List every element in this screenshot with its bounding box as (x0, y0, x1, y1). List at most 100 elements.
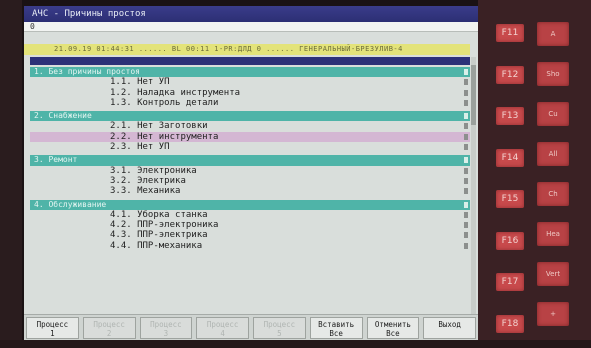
function-key-f16[interactable]: F16 (496, 231, 524, 250)
softkey-sublabel: 5 (277, 329, 282, 338)
softkey-3[interactable]: Процесс 3 (139, 317, 193, 339)
reason-item-label: 3.3. Механика (110, 186, 181, 197)
reason-item-label: 1.2. Наладка инструмента (110, 87, 241, 98)
reason-item-label: 4.1. Уборка станка (110, 209, 208, 220)
softkey-4[interactable]: Процесс 4 (196, 317, 249, 339)
row-checkbox[interactable] (464, 89, 468, 96)
row-checkbox[interactable] (464, 133, 468, 140)
reason-item[interactable]: 4.1. Уборка станка (30, 210, 470, 220)
screen-bezel (0, 0, 22, 348)
row-checkbox[interactable] (464, 242, 468, 249)
list-header-strip (30, 57, 470, 65)
reason-item-label: 4.2. ППР-электроника (110, 220, 219, 231)
softkey-5[interactable]: Процесс 5 (253, 317, 306, 339)
reason-item[interactable]: 4.2. ППР-электроника (30, 220, 470, 230)
softkey-label: Процесс (93, 320, 125, 329)
softkey-label: Процесс (263, 320, 296, 329)
softkey-sublabel: Все (329, 329, 343, 338)
reason-item[interactable]: 1.1. Нет УП (30, 77, 470, 87)
reason-item[interactable]: 2.1. Нет Заготовки (30, 121, 470, 131)
reason-group-header[interactable]: 3. Ремонт (30, 155, 470, 166)
reason-item-label: 2.2. Нет инструмента (110, 131, 219, 142)
softkey-label: Вставить (318, 320, 355, 329)
cnc-screen: АЧС - Причины простоя 0 21.09.19 01:44:3… (24, 6, 478, 340)
bezel-bottom (0, 340, 591, 348)
reason-item-label: 4.4. ППР-механика (110, 240, 203, 251)
reason-group-label: 3. Ремонт (34, 155, 78, 165)
side-key[interactable]: Hea (537, 222, 569, 246)
reason-group-label: 2. Снабжение (34, 111, 92, 121)
row-checkbox[interactable] (464, 79, 468, 86)
reason-item-label: 1.1. Нет УП (110, 77, 170, 88)
scrollbar-thumb[interactable] (471, 65, 476, 125)
row-checkbox[interactable] (464, 99, 468, 106)
row-checkbox[interactable] (464, 167, 468, 174)
reason-item-label: 3.1. Электроника (110, 165, 197, 176)
function-key-f17[interactable]: F17 (496, 273, 524, 291)
function-key-f13[interactable]: F13 (496, 107, 524, 125)
side-key[interactable]: A (537, 22, 569, 46)
softkey-1[interactable]: Процесс 1 (26, 317, 79, 339)
reason-group-header[interactable]: 1. Без причины простоя (30, 67, 470, 78)
reason-item-label: 2.3. Нет УП (110, 142, 170, 153)
softkey-6[interactable]: Вставить Все (309, 317, 363, 339)
reason-item[interactable]: 1.3. Контроль детали (30, 98, 470, 108)
reason-item[interactable]: 3.1. Электроника (30, 166, 470, 176)
row-checkbox[interactable] (464, 211, 468, 218)
softkey-bar: Процесс 1 Процесс 2 Процесс 3 Процесс 4 Процесс 5… (24, 314, 478, 340)
window-title: АЧС - Причины простоя (24, 6, 478, 22)
reason-group-label: 4. Обслуживание (34, 199, 107, 209)
softkey-sublabel: Все (386, 329, 400, 338)
row-checkbox[interactable] (464, 157, 468, 164)
function-key-f18[interactable]: F18 (496, 314, 524, 333)
row-checkbox[interactable] (464, 144, 468, 151)
row-checkbox[interactable] (464, 113, 468, 120)
softkey-7[interactable]: Отменить Все (366, 317, 420, 339)
reason-item[interactable]: 4.4. ППР-механика (30, 241, 470, 251)
reason-item-label: 4.3. ППР-электрика (110, 230, 208, 241)
reason-item[interactable]: 2.3. Нет УП (30, 142, 470, 152)
side-key[interactable]: + (537, 302, 569, 326)
row-checkbox[interactable] (464, 123, 468, 130)
row-checkbox[interactable] (464, 177, 468, 184)
reason-group-header[interactable]: 4. Обслуживание (30, 199, 470, 210)
softkey-8[interactable]: Выход (423, 317, 476, 339)
function-key-f12[interactable]: F12 (496, 65, 524, 84)
function-key-f11[interactable]: F11 (496, 24, 524, 42)
row-checkbox[interactable] (464, 222, 468, 229)
downtime-reason-list: 1. Без причины простоя 1.1. Нет УП 1.2. На… (30, 67, 470, 314)
softkey-label: Отменить (374, 320, 411, 329)
reason-item[interactable]: 4.3. ППР-электрика (30, 230, 470, 240)
side-key[interactable]: Ch (537, 182, 569, 206)
reason-item[interactable]: 3.3. Механика (30, 186, 470, 196)
softkey-sublabel: 1 (50, 329, 55, 338)
softkey-sublabel: 2 (106, 329, 112, 338)
side-key[interactable]: Cu (537, 102, 569, 126)
reason-item-label: 1.3. Контроль детали (110, 97, 219, 108)
row-checkbox[interactable] (464, 232, 468, 239)
function-key-f15[interactable]: F15 (496, 190, 524, 208)
function-key-f14[interactable]: F14 (496, 148, 524, 167)
status-line: 21.09.19 01:44:31 ...... BL 00:11 1-PR:Д… (24, 44, 470, 55)
softkey-2[interactable]: Процесс 2 (82, 317, 136, 339)
reason-group-header[interactable]: 2. Снабжение (30, 111, 470, 122)
row-checkbox[interactable] (464, 69, 468, 75)
softkey-label: Процесс (36, 320, 69, 329)
softkey-sublabel: 4 (220, 329, 225, 338)
reason-item-label: 3.2. Электрика (110, 175, 186, 186)
softkey-sublabel: 3 (163, 329, 169, 338)
softkey-label: Выход (438, 320, 461, 329)
reason-item[interactable]: 1.2. Наладка инструмента (30, 88, 470, 98)
hardware-key-panel (478, 0, 591, 348)
softkey-label: Процесс (150, 320, 182, 329)
side-key[interactable]: All (537, 142, 569, 166)
list-scrollbar[interactable] (471, 57, 476, 314)
side-key[interactable]: Sho (537, 62, 569, 86)
input-line[interactable]: 0 (24, 22, 478, 32)
reason-group-label: 1. Без причины простоя (34, 67, 140, 76)
reason-item[interactable]: 3.2. Электрика (30, 176, 470, 186)
reason-item[interactable]: 2.2. Нет инструмента (30, 131, 470, 143)
row-checkbox[interactable] (464, 188, 468, 195)
row-checkbox[interactable] (464, 201, 468, 208)
side-key[interactable]: Vert (537, 262, 569, 286)
